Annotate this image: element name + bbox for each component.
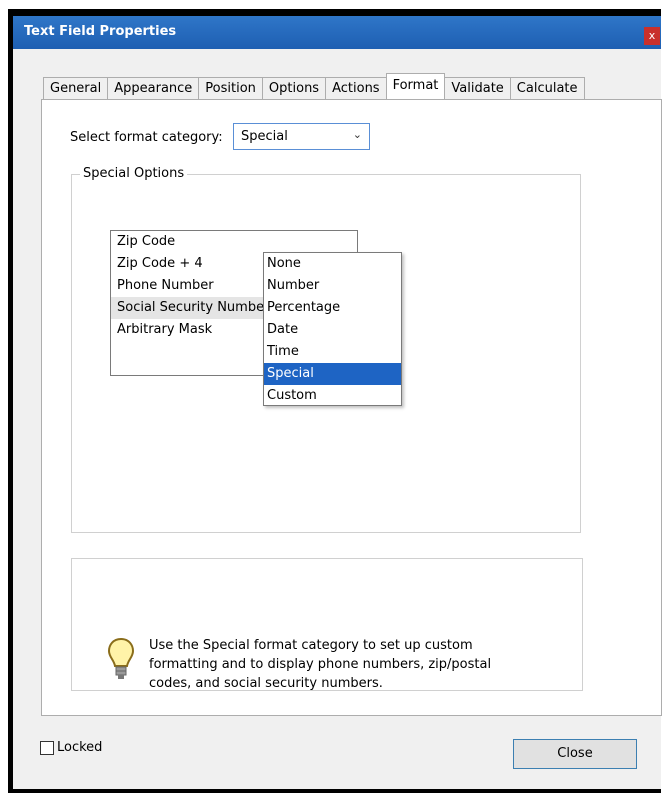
lightbulb-icon bbox=[107, 637, 135, 679]
dropdown-option-percentage[interactable]: Percentage bbox=[264, 297, 401, 319]
tab-actions[interactable]: Actions bbox=[325, 77, 387, 99]
tab-options[interactable]: Options bbox=[261, 77, 327, 99]
tab-calculate[interactable]: Calculate bbox=[509, 77, 585, 99]
format-category-dropdown[interactable]: None Number Percentage Date Time Special… bbox=[263, 252, 402, 406]
format-panel: Select format category: Special ⌄ Specia… bbox=[41, 99, 662, 716]
chevron-down-icon: ⌄ bbox=[352, 128, 362, 141]
locked-label: Locked bbox=[57, 740, 103, 755]
locked-checkbox-row[interactable]: Locked bbox=[40, 740, 102, 755]
close-button[interactable]: Close bbox=[513, 739, 637, 769]
dropdown-option-custom[interactable]: Custom bbox=[264, 385, 401, 407]
dropdown-option-time[interactable]: Time bbox=[264, 341, 401, 363]
dropdown-option-special[interactable]: Special bbox=[264, 363, 401, 385]
tab-format[interactable]: Format bbox=[385, 73, 446, 99]
tab-appearance[interactable]: Appearance bbox=[107, 77, 200, 99]
dropdown-option-date[interactable]: Date bbox=[264, 319, 401, 341]
format-category-select[interactable]: Special ⌄ bbox=[233, 123, 370, 150]
close-icon[interactable]: x bbox=[644, 27, 660, 45]
dropdown-option-number[interactable]: Number bbox=[264, 275, 401, 297]
format-category-value: Special bbox=[241, 129, 288, 144]
dropdown-option-none[interactable]: None bbox=[264, 253, 401, 275]
special-options-label: Special Options bbox=[80, 166, 188, 181]
tab-validate[interactable]: Validate bbox=[444, 77, 511, 99]
title-bar[interactable]: Text Field Properties x bbox=[13, 16, 661, 49]
format-category-label: Select format category: bbox=[70, 130, 223, 145]
tab-general[interactable]: General bbox=[43, 77, 109, 99]
tab-strip: General Appearance Position Options Acti… bbox=[43, 73, 585, 99]
locked-checkbox[interactable] bbox=[40, 740, 54, 755]
info-text: Use the Special format category to set u… bbox=[149, 638, 492, 691]
list-item[interactable]: Zip Code bbox=[111, 231, 357, 253]
dialog-body: General Appearance Position Options Acti… bbox=[13, 49, 662, 789]
tab-position[interactable]: Position bbox=[198, 77, 263, 99]
window-title: Text Field Properties bbox=[24, 24, 177, 39]
